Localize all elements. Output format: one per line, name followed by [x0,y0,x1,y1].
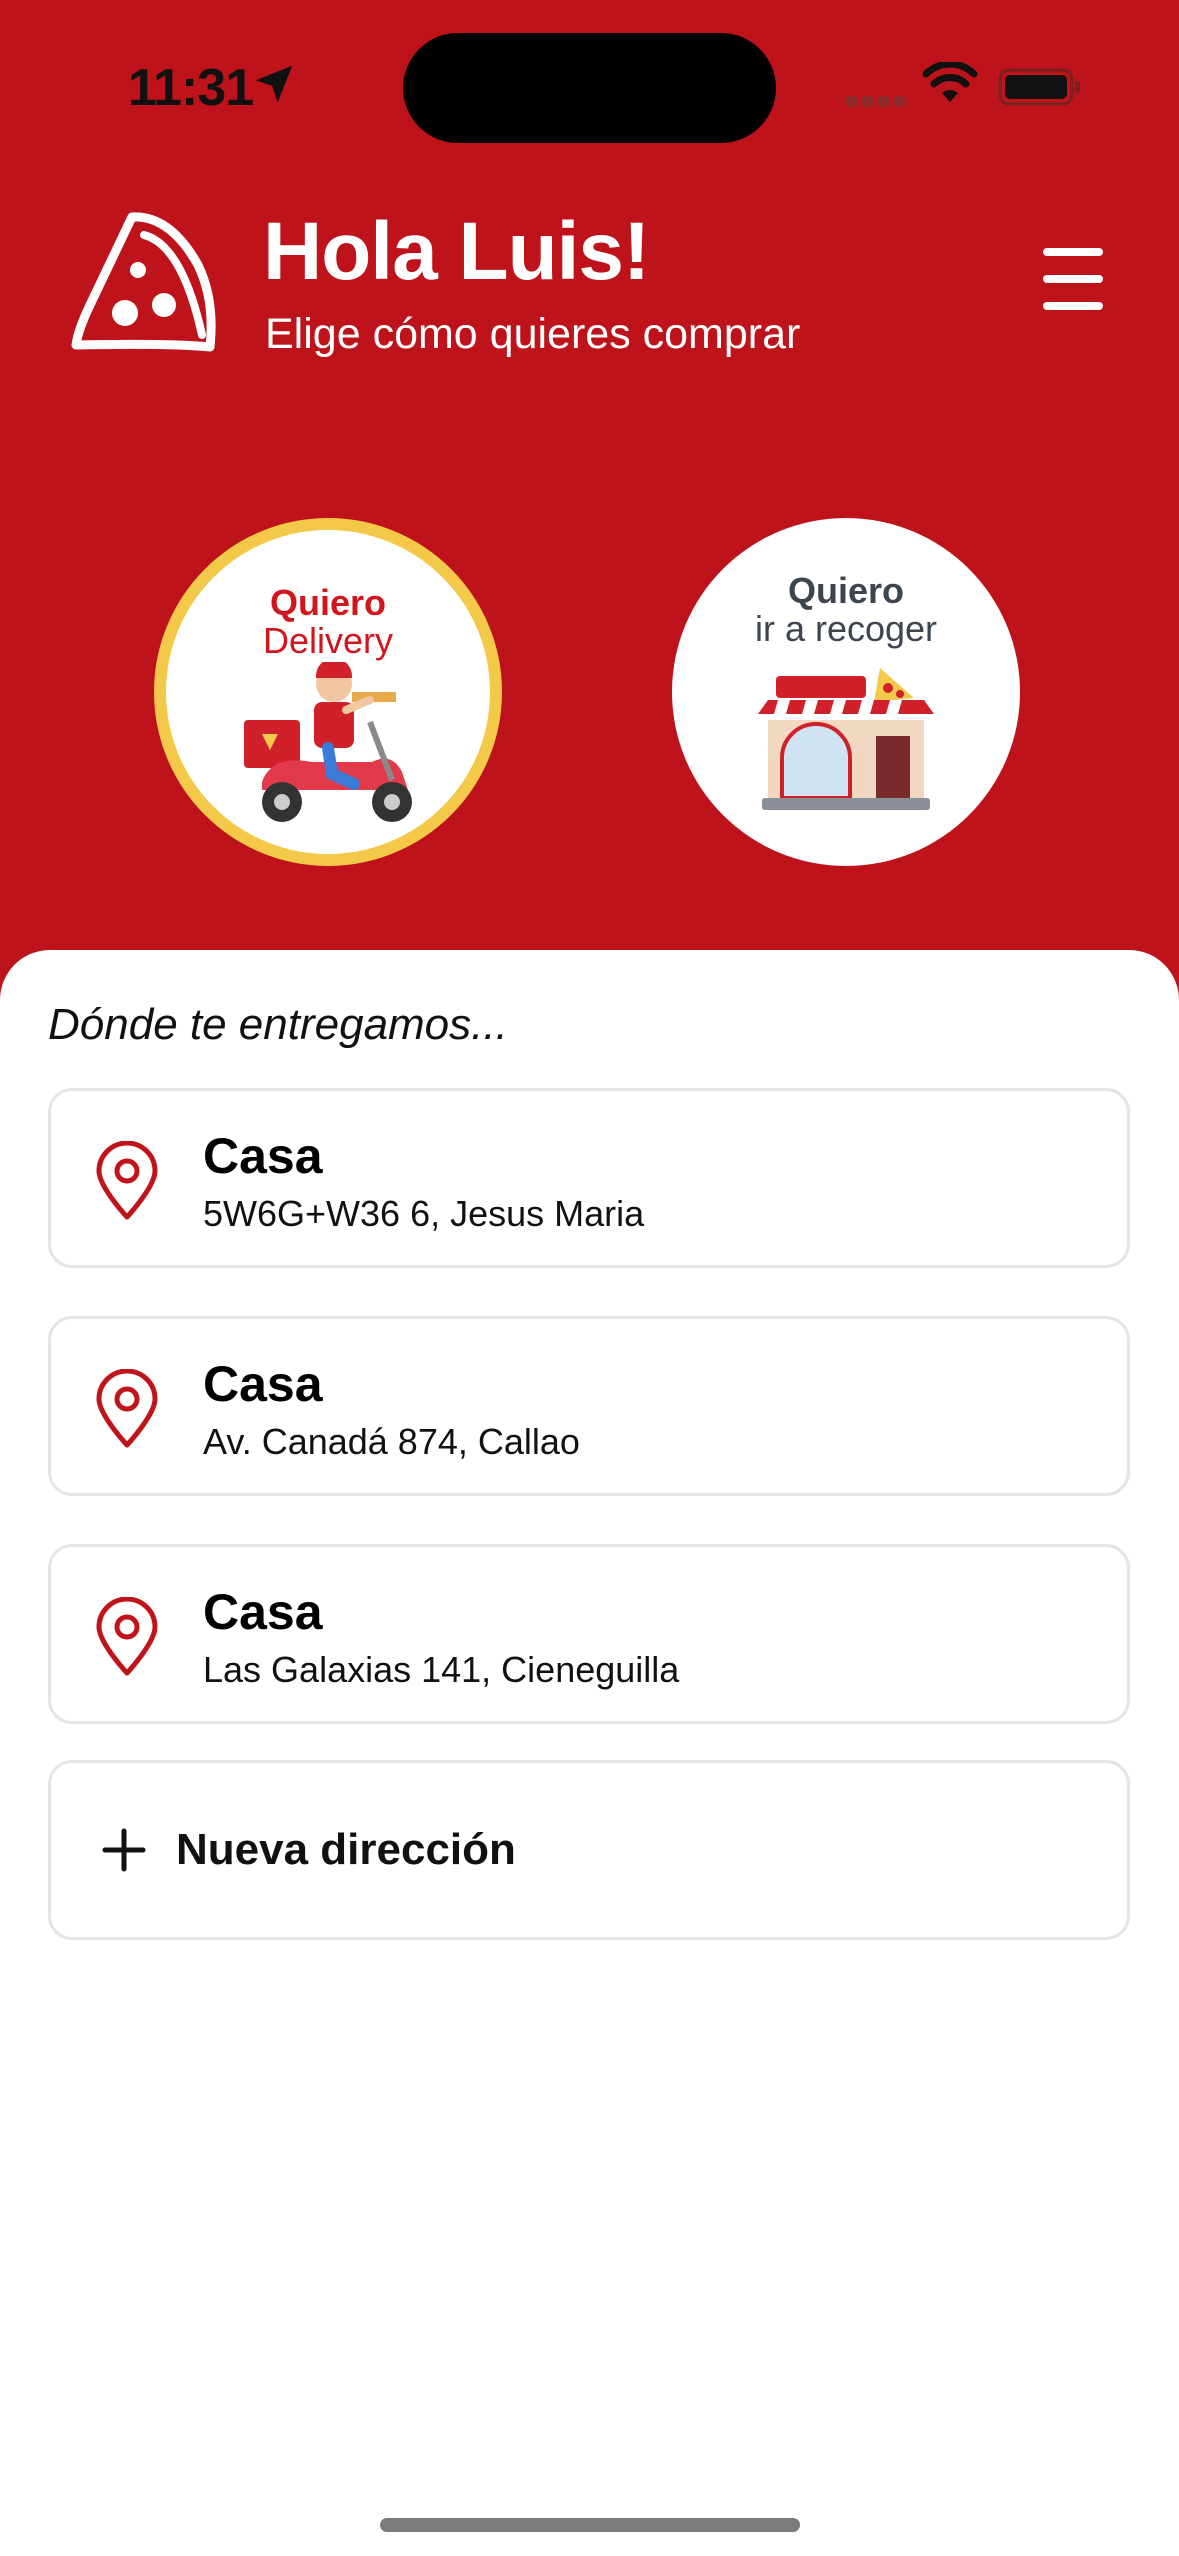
wifi-icon [922,62,978,102]
address-card[interactable]: Casa Av. Canadá 874, Callao [48,1316,1130,1496]
address-text: Las Galaxias 141, Cieneguilla [203,1649,680,1690]
battery-icon [998,68,1080,106]
address-card[interactable]: Casa Las Galaxias 141, Cieneguilla [48,1544,1130,1724]
address-text: 5W6G+W36 6, Jesus Maria [203,1193,645,1234]
delivery-option-line1: Quiero [269,582,386,623]
address-card[interactable]: Casa 5W6G+W36 6, Jesus Maria [48,1088,1130,1268]
pickup-option-line2: ir a recoger [754,608,938,649]
new-address-label: Nueva dirección [176,1825,516,1874]
address-name: Casa [203,1356,323,1412]
header-background [0,0,1179,1000]
location-pin-icon [96,1597,158,1676]
greeting-subtitle: Elige cómo quieres comprar [265,310,801,358]
pickup-option-button[interactable]: Quiero ir a recoger [672,518,1020,866]
location-pin-icon [96,1369,158,1448]
home-indicator[interactable] [380,2518,800,2532]
pizza-store-illustration [758,668,934,810]
greeting-title: Hola Luis! [263,206,650,297]
delivery-option-line2: Delivery [262,620,394,661]
delivery-section-title: Dónde te entregamos... [48,1000,508,1049]
address-name: Casa [203,1128,323,1184]
new-address-button[interactable]: Nueva dirección [48,1760,1130,1940]
pizza-slice-icon [71,212,216,352]
location-pin-icon [96,1141,158,1220]
address-text: Av. Canadá 874, Callao [203,1421,580,1462]
address-name: Casa [203,1584,323,1640]
location-arrow-icon [255,65,293,103]
plus-icon [102,1828,146,1872]
dynamic-island [403,33,776,143]
cellular-signal-icon [846,94,910,112]
hamburger-menu-icon[interactable] [1043,248,1107,314]
pickup-option-line1: Quiero [787,570,904,611]
status-time: 11:31 [128,59,254,117]
delivery-scooter-illustration [244,662,412,822]
delivery-option-button[interactable]: Quiero Delivery [154,518,502,866]
